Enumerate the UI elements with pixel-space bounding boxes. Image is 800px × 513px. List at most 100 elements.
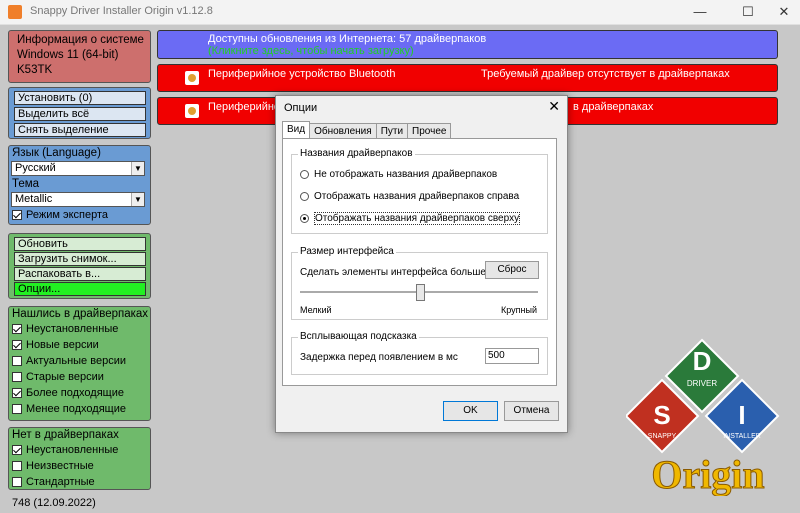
cancel-button[interactable]: Отмена — [504, 401, 559, 421]
reset-button[interactable]: Сброс — [485, 261, 539, 279]
tab-view[interactable]: Вид — [282, 121, 311, 139]
filter-label: Новые версии — [26, 339, 99, 351]
size-large-label: Крупный — [501, 305, 537, 315]
checkbox-icon — [12, 461, 22, 471]
version-label: 748 (12.09.2022) — [12, 497, 96, 509]
sdi-logo: D DRIVER S SNAPPY I INSTALLER Origin — [626, 338, 780, 496]
close-button[interactable]: ✕ — [764, 0, 800, 24]
window-title: Snappy Driver Installer Origin v1.12.8 — [30, 5, 213, 17]
theme-label: Тема — [12, 178, 40, 190]
chevron-down-icon: ▼ — [131, 162, 144, 175]
logo-driver: DRIVER — [687, 379, 717, 388]
tab-updates[interactable]: Обновления — [309, 123, 377, 139]
size-group: Размер интерфейса Сделать элементы интер… — [291, 246, 548, 320]
filter-checkbox[interactable]: Старые версии — [12, 371, 104, 383]
maximize-button[interactable]: ☐ — [728, 0, 768, 24]
radio-names-right[interactable]: Отображать названия драйверпаков справа — [300, 191, 519, 202]
actions-panel: Установить (0) Выделить всё Снять выделе… — [8, 87, 151, 139]
checkbox-icon — [12, 404, 22, 414]
size-slider-thumb[interactable] — [416, 284, 425, 301]
found-filter-panel: Нашлись в драйверпаках Неустановленные Но… — [8, 306, 151, 421]
device-status: в драйверпаках — [573, 101, 654, 113]
notfound-heading: Нет в драйверпаках — [12, 429, 119, 441]
radio-icon — [300, 214, 309, 223]
close-icon[interactable]: ✕ — [548, 98, 560, 115]
select-all-button[interactable]: Выделить всё — [14, 107, 146, 121]
title-bar: Snappy Driver Installer Origin v1.12.8 —… — [0, 0, 800, 25]
delay-input[interactable]: 500 — [485, 348, 539, 364]
options-button[interactable]: Опции... — [14, 282, 146, 296]
radio-label: Отображать названия драйверпаков справа — [314, 191, 520, 202]
expert-mode-label: Режим эксперта — [26, 209, 109, 221]
checkbox-icon — [12, 477, 22, 487]
language-value: Русский — [15, 162, 56, 174]
system-info-heading: Информация о системе — [17, 34, 144, 46]
theme-select[interactable]: Metallic ▼ — [11, 192, 145, 207]
logo-s: S — [653, 400, 670, 430]
filter-checkbox[interactable]: Неустановленные — [12, 444, 118, 456]
filter-label: Неустановленные — [26, 323, 119, 335]
filter-checkbox[interactable]: Новые версии — [12, 339, 99, 351]
radio-label: Не отображать названия драйверпаков — [314, 169, 498, 180]
radio-icon — [300, 192, 309, 201]
filter-checkbox[interactable]: Неизвестные — [12, 460, 94, 472]
filter-label: Актуальные версии — [26, 355, 126, 367]
device-row[interactable]: Периферийное устройство Bluetooth Требуе… — [157, 64, 778, 92]
checkbox-icon — [12, 356, 22, 366]
deselect-button[interactable]: Снять выделение — [14, 123, 146, 137]
updates-link[interactable]: (Кликните здесь, чтобы начать загрузку) — [208, 45, 414, 57]
tab-other[interactable]: Прочее — [407, 123, 452, 139]
filter-label: Менее подходящие — [26, 403, 126, 415]
ok-button[interactable]: OK — [443, 401, 498, 421]
language-label: Язык (Language) — [12, 147, 101, 159]
filter-label: Старые версии — [26, 371, 104, 383]
filter-label: Стандартные — [26, 476, 95, 488]
names-group: Названия драйверпаков Не отображать назв… — [291, 148, 548, 234]
options-dialog: Опции ✕ Вид Обновления Пути Прочее Назва… — [275, 95, 568, 433]
device-name: Периферийное устройство Bluetooth — [208, 68, 396, 80]
delay-label: Задержка перед появлением в мс — [300, 352, 458, 363]
dialog-title: Опции — [284, 102, 318, 114]
filter-checkbox[interactable]: Менее подходящие — [12, 403, 126, 415]
system-info-panel[interactable]: Информация о системе Windows 11 (64-bit)… — [8, 30, 151, 83]
device-status: Требуемый драйвер отсутствует в драйверп… — [481, 68, 730, 80]
checkbox-icon — [12, 372, 22, 382]
size-group-label: Размер интерфейса — [298, 246, 396, 257]
radio-names-top[interactable]: Отображать названия драйверпаков сверху — [300, 212, 521, 225]
minimize-button[interactable]: — — [680, 0, 720, 24]
checkbox-icon — [12, 324, 22, 334]
tab-paths[interactable]: Пути — [375, 123, 409, 139]
host-name: K53TK — [17, 64, 53, 76]
filter-checkbox[interactable]: Актуальные версии — [12, 355, 126, 367]
tab-panel: Названия драйверпаков Не отображать назв… — [282, 138, 557, 386]
tooltip-group-label: Всплывающая подсказка — [298, 331, 419, 342]
checkbox-icon — [12, 340, 22, 350]
radio-label: Отображать названия драйверпаков сверху — [314, 212, 521, 225]
expert-mode-checkbox[interactable]: Режим эксперта — [12, 209, 108, 221]
tooltip-group: Всплывающая подсказка Задержка перед поя… — [291, 331, 548, 375]
tools-panel: Обновить Загрузить снимок... Распаковать… — [8, 233, 151, 299]
filter-checkbox[interactable]: Неустановленные — [12, 323, 118, 335]
radio-icon — [300, 170, 309, 179]
device-icon — [185, 104, 199, 118]
update-button[interactable]: Обновить — [14, 237, 146, 251]
load-snapshot-button[interactable]: Загрузить снимок... — [14, 252, 146, 266]
radio-hide-names[interactable]: Не отображать названия драйверпаков — [300, 169, 497, 180]
os-info: Windows 11 (64-bit) — [17, 49, 119, 61]
found-heading: Нашлись в драйверпаках — [12, 308, 149, 320]
language-panel: Язык (Language) Русский ▼ Тема Metallic … — [8, 145, 151, 225]
filter-label: Неустановленные — [26, 444, 119, 456]
app-icon — [8, 5, 22, 19]
install-button[interactable]: Установить (0) — [14, 91, 146, 105]
logo-snappy: SNAPPY — [648, 433, 677, 440]
filter-checkbox[interactable]: Более подходящие — [12, 387, 124, 399]
names-group-label: Названия драйверпаков — [298, 148, 415, 159]
checkbox-icon — [12, 210, 22, 220]
filter-checkbox[interactable]: Стандартные — [12, 476, 95, 488]
updates-bar[interactable]: Доступны обновления из Интернета: 57 дра… — [157, 30, 778, 59]
logo-d: D — [693, 346, 712, 376]
device-icon — [185, 71, 199, 85]
language-select[interactable]: Русский ▼ — [11, 161, 145, 176]
filter-label: Неизвестные — [26, 460, 94, 472]
extract-button[interactable]: Распаковать в... — [14, 267, 146, 281]
